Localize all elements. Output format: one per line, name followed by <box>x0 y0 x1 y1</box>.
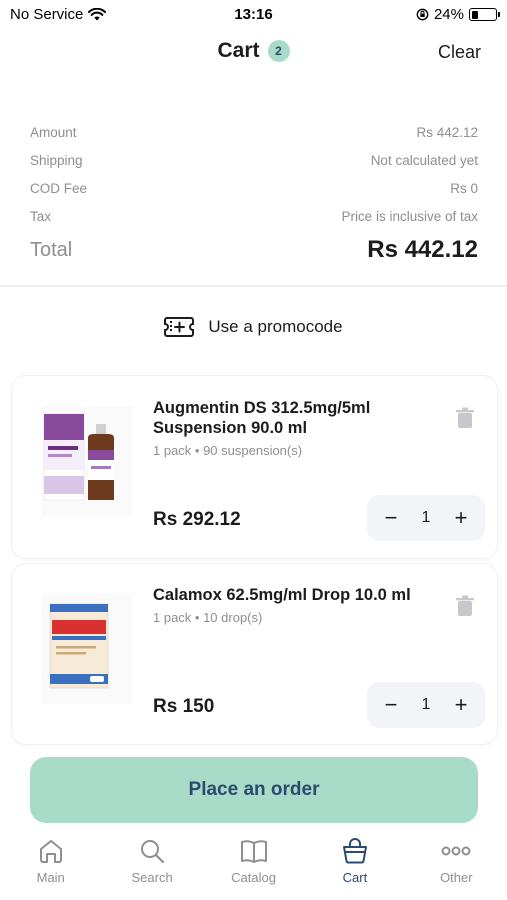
total-row: Total Rs 442.12 <box>30 236 478 264</box>
promocode-label: Use a promocode <box>208 317 343 336</box>
summary-label: Tax <box>30 208 52 224</box>
summary-label: COD Fee <box>30 180 88 196</box>
battery-level <box>471 10 478 19</box>
clear-button[interactable]: Clear <box>438 42 481 63</box>
item-subtitle: 1 pack • 10 drop(s) <box>153 610 263 625</box>
item-name[interactable]: Calamox 62.5mg/ml Drop 10.0 ml <box>153 585 447 605</box>
place-order-button[interactable]: Place an order <box>30 757 478 823</box>
tab-label: Main <box>36 870 65 885</box>
decrement-button[interactable]: − <box>379 505 403 530</box>
page-title-wrap: Cart 2 <box>0 39 507 63</box>
status-right: 24% <box>416 6 500 23</box>
promocode-button[interactable]: Use a promocode <box>0 316 507 338</box>
summary-row: COD Fee Rs 0 <box>30 174 478 202</box>
tab-other[interactable]: Other <box>406 836 507 900</box>
quantity-value: 1 <box>421 509 431 526</box>
tab-label: Other <box>440 870 473 885</box>
summary-row: Amount Rs 442.12 <box>30 118 478 146</box>
increment-button[interactable]: + <box>449 505 473 530</box>
summary-label: Amount <box>30 124 77 140</box>
book-icon <box>240 840 267 863</box>
quantity-value: 1 <box>421 696 431 713</box>
summary-value: Not calculated yet <box>370 152 478 168</box>
tab-main[interactable]: Main <box>0 836 101 900</box>
cart-item: Calamox 62.5mg/ml Drop 10.0 ml 1 pack • … <box>12 564 497 744</box>
trash-icon[interactable] <box>455 595 475 617</box>
item-subtitle: 1 pack • 90 suspension(s) <box>153 443 303 458</box>
summary-value: Rs 0 <box>450 180 478 196</box>
battery-icon <box>469 8 500 21</box>
search-icon <box>141 840 165 864</box>
trash-icon[interactable] <box>455 407 475 429</box>
quantity-stepper: − 1 + <box>367 682 485 728</box>
tab-label: Catalog <box>231 870 276 885</box>
orientation-lock-icon <box>416 8 429 21</box>
summary-row: Tax Price is inclusive of tax <box>30 202 478 230</box>
summary-value: Rs 442.12 <box>416 124 478 140</box>
battery-percent: 24% <box>433 6 464 23</box>
more-icon <box>441 846 471 856</box>
item-price: Rs 150 <box>153 696 215 717</box>
tab-label: Search <box>131 870 173 885</box>
coupon-icon <box>164 317 195 337</box>
product-image-calamox <box>42 594 132 704</box>
total-label: Total <box>30 238 73 261</box>
summary-row: Shipping Not calculated yet <box>30 146 478 174</box>
item-price: Rs 292.12 <box>153 509 241 530</box>
product-image-augmentin <box>42 406 132 516</box>
total-value: Rs 442.12 <box>367 236 478 263</box>
tab-search[interactable]: Search <box>101 836 202 900</box>
item-name[interactable]: Augmentin DS 312.5mg/5ml Suspension 90.0… <box>153 398 447 438</box>
cart-icon <box>342 838 367 864</box>
tab-cart[interactable]: Cart <box>304 836 405 900</box>
summary-label: Shipping <box>30 152 83 168</box>
divider <box>0 285 507 287</box>
summary-value: Price is inclusive of tax <box>341 208 478 224</box>
quantity-stepper: − 1 + <box>367 495 485 541</box>
cart-item: Augmentin DS 312.5mg/5ml Suspension 90.0… <box>12 376 497 558</box>
header: Cart 2 Clear <box>0 36 507 72</box>
order-summary: Amount Rs 442.12 Shipping Not calculated… <box>30 118 478 264</box>
tab-bar: Main Search Catalog Cart Other <box>0 836 507 900</box>
status-bar: No Service 13:16 24% <box>0 0 507 30</box>
cart-count-badge: 2 <box>267 40 290 62</box>
tab-label: Cart <box>342 870 368 885</box>
page-title: Cart <box>217 39 260 62</box>
home-icon <box>39 840 62 863</box>
decrement-button[interactable]: − <box>379 692 403 717</box>
increment-button[interactable]: + <box>449 692 473 717</box>
tab-catalog[interactable]: Catalog <box>203 836 304 900</box>
